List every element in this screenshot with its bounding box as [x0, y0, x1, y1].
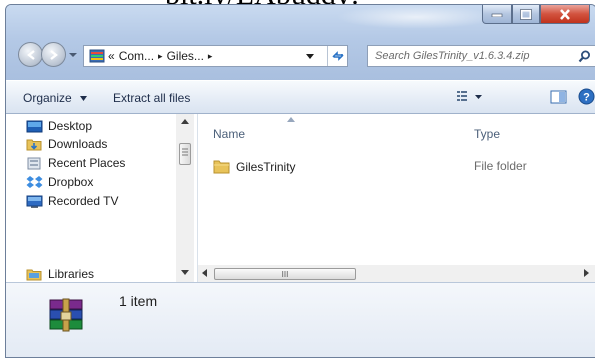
- sidebar-item-label: Libraries: [48, 267, 95, 281]
- grip-icon: [182, 148, 188, 156]
- command-bar: Organize Extract all files ?: [6, 80, 595, 114]
- address-history-dropdown-icon[interactable]: [306, 52, 314, 60]
- scroll-right-icon[interactable]: [584, 269, 590, 277]
- scrollbar-thumb[interactable]: [179, 143, 191, 165]
- forward-button[interactable]: [41, 42, 66, 67]
- recent-places-icon: [27, 157, 41, 169]
- back-button[interactable]: [18, 42, 43, 67]
- maximize-icon: [520, 8, 532, 20]
- chevron-down-icon: [475, 95, 482, 99]
- item-count: 1 item: [119, 293, 158, 309]
- arrow-right-icon: [49, 49, 58, 60]
- search-input[interactable]: [373, 49, 577, 63]
- refresh-icon: [332, 51, 344, 61]
- maximize-button[interactable]: [512, 5, 540, 24]
- libraries-icon: [26, 269, 42, 280]
- sidebar-item-label: Dropbox: [48, 175, 94, 189]
- file-name-label: GilesTrinity: [236, 159, 296, 174]
- preview-pane-button[interactable]: [550, 89, 567, 105]
- extract-all-files-button[interactable]: Extract all files: [113, 91, 190, 105]
- address-segment-computer[interactable]: Com...: [119, 49, 154, 63]
- minimize-button[interactable]: [482, 5, 512, 24]
- help-button[interactable]: ?: [578, 88, 595, 105]
- close-button[interactable]: [540, 5, 590, 24]
- refresh-button[interactable]: [327, 46, 348, 66]
- navigation-pane: Desktop Downloads Recent Places Dropbox …: [6, 114, 198, 282]
- scroll-down-icon[interactable]: [181, 270, 189, 276]
- scroll-up-icon[interactable]: [181, 119, 189, 125]
- desktop-icon: [26, 120, 43, 132]
- computer-location-icon: [89, 49, 105, 63]
- column-header-name[interactable]: Name: [213, 127, 245, 141]
- file-type-label: File folder: [474, 159, 527, 173]
- address-segment-giles[interactable]: Giles...: [167, 49, 204, 63]
- navigation-scrollbar[interactable]: [176, 114, 194, 282]
- sidebar-item-recorded-tv[interactable]: Recorded TV: [26, 192, 118, 210]
- chevron-down-icon: [80, 95, 88, 101]
- recorded-tv-icon: [26, 195, 43, 208]
- organize-label: Organize: [23, 91, 72, 105]
- winrar-archive-icon: [49, 298, 83, 332]
- search-box[interactable]: [367, 45, 595, 67]
- address-bar[interactable]: « Com... ▸ Giles... ▸: [83, 45, 348, 67]
- sidebar-item-recent-places[interactable]: Recent Places: [26, 154, 125, 172]
- sidebar-item-label: Desktop: [48, 119, 93, 133]
- recent-pages-chevron-icon[interactable]: [68, 50, 78, 60]
- window-chrome: « Com... ▸ Giles... ▸: [6, 5, 595, 80]
- sidebar-item-label: Recent Places: [48, 156, 126, 170]
- file-list-pane: Name Type GilesTrinity File folder III: [198, 114, 595, 282]
- explorer-window: « Com... ▸ Giles... ▸ Organize: [5, 4, 595, 358]
- dropbox-icon: [26, 175, 43, 188]
- file-row[interactable]: GilesTrinity File folder: [198, 156, 578, 176]
- downloads-folder-icon: [26, 139, 42, 150]
- column-header-type[interactable]: Type: [474, 127, 500, 141]
- preview-pane-icon: [550, 90, 567, 104]
- address-separator-icon[interactable]: ▸: [158, 51, 163, 62]
- address-prefix[interactable]: «: [108, 49, 115, 63]
- scroll-left-icon[interactable]: [202, 269, 208, 277]
- details-pane: 1 item: [6, 282, 595, 357]
- minimize-icon: [491, 13, 503, 17]
- sidebar-item-desktop[interactable]: Desktop: [26, 117, 92, 135]
- help-icon: ?: [578, 88, 595, 105]
- sort-ascending-icon: [287, 117, 295, 122]
- svg-text:?: ?: [583, 92, 590, 104]
- sidebar-item-label: Downloads: [48, 137, 108, 151]
- close-icon: [560, 8, 570, 20]
- arrow-left-icon: [26, 49, 35, 60]
- search-icon[interactable]: [578, 50, 591, 63]
- view-options-icon: [457, 91, 467, 101]
- sidebar-item-downloads[interactable]: Downloads: [26, 135, 107, 153]
- content-area: Desktop Downloads Recent Places Dropbox …: [6, 114, 595, 282]
- organize-button[interactable]: Organize: [23, 91, 88, 105]
- sidebar-item-libraries[interactable]: Libraries: [26, 265, 94, 283]
- address-separator-icon[interactable]: ▸: [208, 51, 213, 62]
- horizontal-scrollbar[interactable]: III: [198, 265, 595, 282]
- change-view-button[interactable]: [456, 89, 486, 105]
- sidebar-item-dropbox[interactable]: Dropbox: [26, 173, 93, 191]
- sidebar-item-label: Recorded TV: [48, 194, 119, 208]
- scrollbar-thumb[interactable]: III: [214, 268, 356, 280]
- grip-icon: III: [281, 269, 289, 279]
- folder-icon: [213, 160, 230, 174]
